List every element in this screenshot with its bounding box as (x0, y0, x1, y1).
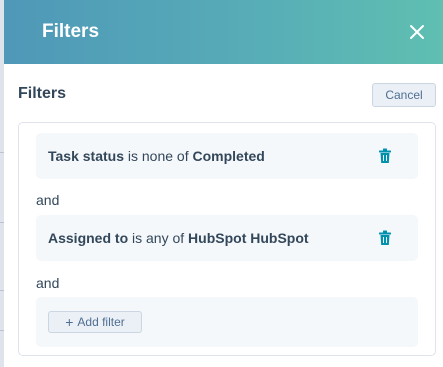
filter-value: Completed (192, 148, 265, 164)
filters-heading: Filters (18, 85, 67, 102)
delete-filter-button[interactable] (378, 230, 392, 246)
add-filter-row: + Add filter (36, 297, 418, 347)
panel-title: Filters (42, 21, 100, 42)
close-icon (410, 25, 424, 39)
filter-group: Task status is none of Completed and Ass… (18, 122, 436, 356)
filters-subheader: Filters Cancel (4, 64, 443, 122)
and-connector: and (36, 275, 60, 291)
close-button[interactable] (405, 20, 429, 44)
filter-description: Task status is none of Completed (48, 148, 265, 164)
plus-icon: + (65, 314, 74, 330)
add-filter-button[interactable]: + Add filter (48, 311, 142, 333)
filter-value: HubSpot HubSpot (188, 230, 309, 246)
trash-icon (379, 230, 391, 245)
filter-row[interactable]: Task status is none of Completed (36, 133, 418, 179)
filter-property: Task status (48, 148, 124, 164)
filter-row[interactable]: Assigned to is any of HubSpot HubSpot (36, 215, 418, 261)
filter-property: Assigned to (48, 230, 129, 246)
add-filter-label: Add filter (77, 315, 125, 329)
filter-description: Assigned to is any of HubSpot HubSpot (48, 230, 309, 246)
and-connector: and (36, 192, 60, 208)
filter-operator: is none of (127, 148, 189, 164)
delete-filter-button[interactable] (378, 148, 392, 164)
filter-operator: is any of (132, 230, 185, 246)
cancel-button[interactable]: Cancel (372, 83, 436, 107)
trash-icon (379, 148, 391, 163)
panel-header: Filters (4, 0, 443, 64)
filters-panel: Filters Filters Cancel Task status is no… (4, 0, 443, 367)
